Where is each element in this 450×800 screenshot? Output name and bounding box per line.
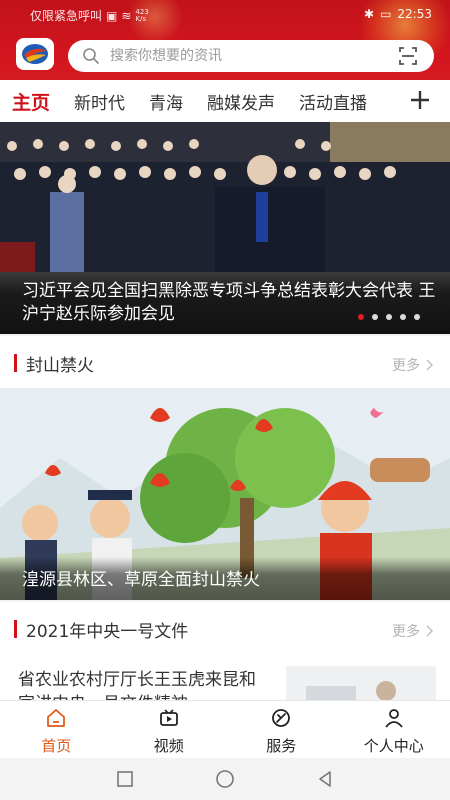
home-icon — [47, 709, 66, 727]
search-icon — [83, 48, 99, 64]
user-icon — [385, 709, 403, 728]
battery-icon: ▭ — [380, 7, 392, 21]
wifi-icon: ≋ — [121, 8, 132, 23]
home-button-icon[interactable] — [215, 769, 235, 789]
status-bar: 仅限紧急呼叫 ▣ ≋ 423 K/s ✱ ▭ 22:53 — [0, 0, 450, 30]
header: 仅限紧急呼叫 ▣ ≋ 423 K/s ✱ ▭ 22:53 — [0, 0, 450, 80]
bluetooth-icon: ✱ — [364, 7, 375, 21]
nav-video[interactable]: 视频 — [113, 701, 226, 758]
carousel-dot[interactable] — [414, 314, 420, 320]
scan-icon[interactable] — [398, 46, 418, 66]
carousel-dot[interactable] — [358, 314, 364, 320]
service-icon — [272, 709, 291, 727]
app-logo[interactable] — [16, 38, 54, 70]
status-left: 仅限紧急呼叫 ▣ ≋ 423 K/s — [30, 7, 151, 24]
status-right: ✱ ▭ 22:53 — [364, 7, 432, 21]
section-header-fire-ban: 封山禁火 更多 — [0, 336, 450, 390]
more-link[interactable]: 更多 — [392, 355, 434, 375]
carousel-dot[interactable] — [400, 314, 406, 320]
nav-service[interactable]: 服务 — [225, 701, 338, 758]
search-input[interactable] — [110, 48, 360, 64]
tab-new-era[interactable]: 新时代 — [74, 89, 125, 114]
search-bar[interactable] — [68, 40, 434, 72]
section-header-central-document: 2021年中央一号文件 更多 — [0, 602, 450, 656]
carousel-indicator — [358, 314, 420, 320]
nav-profile[interactable]: 个人中心 — [338, 701, 450, 758]
nav-home[interactable]: 首页 — [0, 701, 113, 758]
back-icon[interactable] — [315, 769, 335, 789]
clock: 22:53 — [397, 7, 432, 21]
section-accent-bar — [14, 620, 17, 638]
article-thumbnail — [286, 666, 436, 702]
feature-card[interactable]: 湟源县林区、草原全面封山禁火 — [0, 388, 450, 600]
chevron-right-icon — [426, 625, 434, 637]
article-item[interactable]: 省农业农村厅厅长王玉虎来昆和宣讲中央一号文件精神 — [0, 654, 450, 702]
section-title: 封山禁火 — [26, 356, 94, 376]
net-speed: 423 K/s — [135, 7, 149, 23]
tab-live[interactable]: 活动直播 — [299, 89, 367, 114]
nav-label: 视频 — [153, 737, 184, 755]
tab-home[interactable]: 主页 — [12, 88, 50, 115]
sim-icon: ▣ — [106, 8, 118, 23]
bottom-navigation: 首页 视频 服务 个人中心 — [0, 700, 450, 758]
hero-banner[interactable]: 习近平会见全国扫黑除恶专项斗争总结表彰大会代表 王沪宁赵乐际参加会见 — [0, 122, 450, 334]
video-icon — [159, 709, 178, 726]
feature-caption: 湟源县林区、草原全面封山禁火 — [0, 557, 450, 600]
app-screen: 仅限紧急呼叫 ▣ ≋ 423 K/s ✱ ▭ 22:53 搜索你想要的资讯 主页… — [0, 0, 450, 800]
section-title: 2021年中央一号文件 — [26, 622, 189, 642]
section-accent-bar — [14, 354, 17, 372]
carousel-dot[interactable] — [372, 314, 378, 320]
carrier-text: 仅限紧急呼叫 — [30, 9, 103, 23]
article-title: 省农业农村厅厅长王玉虎来昆和宣讲中央一号文件精神 — [18, 670, 256, 702]
tab-media-voice[interactable]: 融媒发声 — [207, 89, 275, 114]
logo-icon — [22, 44, 48, 64]
nav-label: 首页 — [41, 737, 72, 755]
hero-caption: 习近平会见全国扫黑除恶专项斗争总结表彰大会代表 王沪宁赵乐际参加会见 — [0, 272, 450, 334]
article-thumbnail-photo — [286, 666, 436, 702]
recent-apps-icon[interactable] — [115, 769, 135, 789]
system-navigation-bar — [0, 758, 450, 800]
add-channel-icon[interactable] — [408, 88, 432, 112]
chevron-right-icon — [426, 359, 434, 371]
channel-tabs: 主页 新时代 青海 融媒发声 活动直播 — [0, 80, 450, 122]
tab-qinghai[interactable]: 青海 — [149, 89, 183, 114]
more-link[interactable]: 更多 — [392, 621, 434, 641]
carousel-dot[interactable] — [386, 314, 392, 320]
nav-label: 服务 — [266, 737, 297, 755]
nav-label: 个人中心 — [363, 737, 424, 755]
